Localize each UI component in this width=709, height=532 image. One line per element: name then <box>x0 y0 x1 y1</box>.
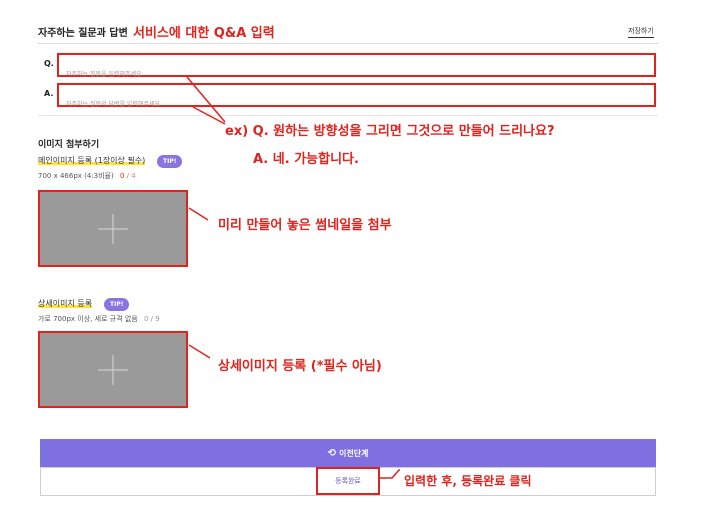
detail-image-pointer-line <box>188 344 211 359</box>
previous-step-label: 이전단계 <box>338 448 369 458</box>
detail-image-label-text: 상세이미지 등록 <box>38 299 93 308</box>
main-image-upload[interactable] <box>38 190 188 267</box>
complete-annotation: 입력한 후, 등록완료 클릭 <box>404 474 532 488</box>
complete-button[interactable]: 등록완료 <box>316 467 380 495</box>
detail-image-label: 상세이미지 등록 <box>38 298 93 309</box>
main-image-count-max: 4 <box>131 172 136 180</box>
main-image-size: 700 x 466px (4:3비율) 0 / 4 <box>38 171 136 181</box>
main-image-tip-button[interactable]: TIP! <box>157 155 183 168</box>
detail-image-size-text: 가로 700px 이상, 세로 규격 없음 <box>38 315 138 323</box>
main-image-label: 메인이미지 등록 (1장이상 필수) <box>38 155 146 166</box>
detail-image-upload[interactable] <box>38 331 188 408</box>
main-image-pointer-line <box>188 207 209 221</box>
detail-image-tip-button[interactable]: TIP! <box>104 298 130 311</box>
main-image-annotation: 미리 만들어 놓은 썸네일을 첨부 <box>218 218 392 233</box>
detail-image-annotation: 상세이미지 등록 (*필수 아님) <box>218 359 382 374</box>
undo-icon: ⟲ <box>327 447 336 459</box>
question-pointer-line <box>186 76 226 123</box>
main-image-label-text: 메인이미지 등록 (1장이상 필수) <box>38 156 146 165</box>
detail-image-count: 0 / 9 <box>143 315 160 323</box>
detail-image-size: 가로 700px 이상, 세로 규격 없음 0 / 9 <box>38 314 160 324</box>
faq-example-answer: A. 네. 가능합니다. <box>253 152 359 167</box>
previous-step-button[interactable]: ⟲ 이전단계 <box>40 439 656 467</box>
attach-title: 이미지 첨부하기 <box>38 140 100 150</box>
faq-example-question: ex) Q. 원하는 방향성을 그리면 그것으로 만들어 드리나요? <box>225 124 555 139</box>
main-image-size-text: 700 x 466px (4:3비율) <box>38 172 114 180</box>
